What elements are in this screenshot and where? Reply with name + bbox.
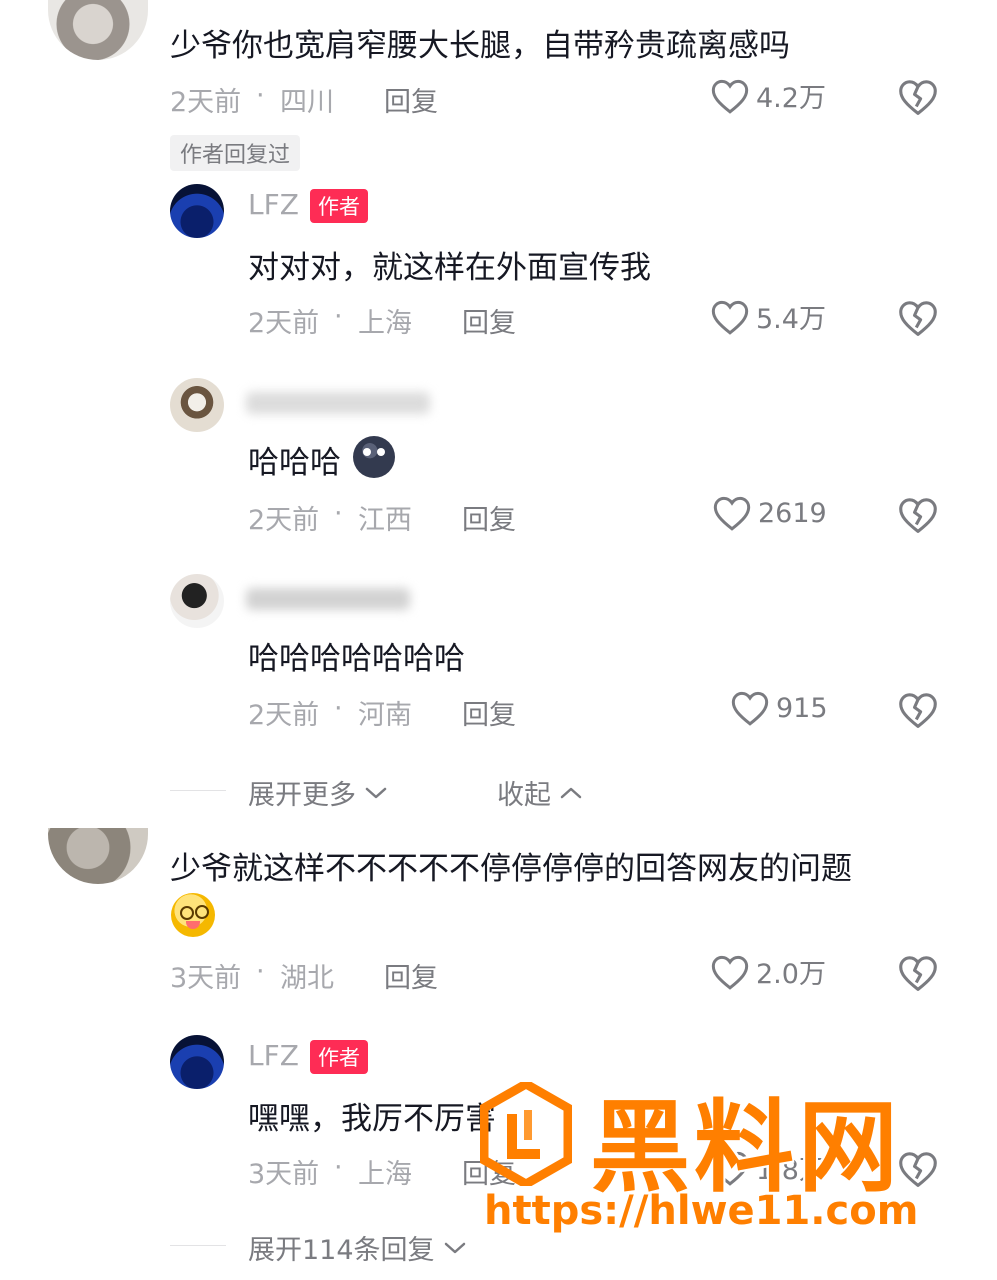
comment-location: 上海 <box>358 1159 412 1190</box>
broken-heart-icon[interactable] <box>897 691 939 729</box>
like-count: 915 <box>776 692 828 724</box>
comment-date: 2天前 <box>248 505 320 536</box>
comment-date: 2天前 <box>248 308 320 339</box>
expand-replies-label: 展开114条回复 <box>248 1235 435 1266</box>
reply-button[interactable]: 回复 <box>384 956 438 995</box>
collapse-label: 收起 <box>497 780 551 811</box>
avatar[interactable] <box>170 574 224 628</box>
heart-icon <box>713 496 751 531</box>
comment-text: 嘿嘿，我厉不厉害 <box>248 1101 496 1137</box>
thread-divider <box>170 790 226 791</box>
avatar[interactable] <box>170 184 224 238</box>
heart-icon <box>711 79 749 114</box>
reply-button[interactable]: 回复 <box>462 498 516 537</box>
reply-button[interactable]: 回复 <box>462 693 516 732</box>
avatar[interactable] <box>170 1035 224 1089</box>
comment-date: 3天前 <box>248 1159 320 1190</box>
author-badge: 作者 <box>310 189 368 223</box>
like-button[interactable]: 5.4万 <box>710 297 826 336</box>
comment-date: 2天前 <box>248 700 320 731</box>
like-count: 2.0万 <box>756 959 826 990</box>
avatar[interactable] <box>48 828 148 884</box>
heart-icon <box>711 300 749 335</box>
watermark-url: https://hlwe11.com <box>484 1188 919 1234</box>
expand-more-button[interactable]: 展开更多 <box>248 773 390 812</box>
comment-date: 2天前 <box>170 87 242 118</box>
author-name[interactable]: LFZ <box>248 188 299 221</box>
expand-more-label: 展开更多 <box>248 780 356 811</box>
avatar[interactable] <box>170 378 224 432</box>
broken-heart-icon[interactable] <box>897 954 939 992</box>
chevron-down-icon <box>444 1242 465 1253</box>
broken-heart-icon[interactable] <box>897 1150 939 1188</box>
username-blurred[interactable] <box>246 588 410 610</box>
comment-text: 对对对，就这样在外面宣传我 <box>248 250 651 286</box>
comment-location: 河南 <box>358 700 412 731</box>
author-name[interactable]: LFZ <box>248 1039 299 1072</box>
comment-date: 3天前 <box>170 963 242 994</box>
comment-text: 哈哈哈 <box>248 445 341 481</box>
like-button[interactable]: 2619 <box>712 494 827 532</box>
like-button[interactable]: 4.2万 <box>710 76 826 115</box>
broken-heart-icon[interactable] <box>897 496 939 534</box>
avatar[interactable] <box>48 0 148 60</box>
broken-heart-icon[interactable] <box>897 299 939 337</box>
like-count: 5.4万 <box>756 304 826 335</box>
like-button[interactable]: 915 <box>730 689 828 727</box>
thread-divider <box>170 1245 226 1246</box>
author-badge: 作者 <box>310 1040 368 1074</box>
comment-text: 少爷就这样不不不不不停停停停的回答网友的问题 <box>170 851 852 887</box>
heart-icon <box>711 955 749 990</box>
emoji-icon <box>171 893 215 937</box>
username-blurred[interactable] <box>246 392 430 414</box>
author-replied-tag: 作者回复过 <box>170 135 301 171</box>
like-count: 2619 <box>758 497 827 529</box>
meta-separator: · <box>334 301 343 332</box>
reply-button[interactable]: 回复 <box>384 80 438 119</box>
comment-location: 上海 <box>358 308 412 339</box>
broken-heart-icon[interactable] <box>897 78 939 116</box>
heart-icon <box>731 691 769 726</box>
meta-separator: · <box>256 956 265 987</box>
comment-location: 四川 <box>280 87 334 118</box>
meta-separator: · <box>256 80 265 111</box>
like-count: 4.2万 <box>756 83 826 114</box>
like-button[interactable]: 2.0万 <box>710 952 826 991</box>
comment-location: 江西 <box>358 505 412 536</box>
meta-separator: · <box>334 1152 343 1183</box>
reply-button[interactable]: 回复 <box>462 301 516 340</box>
emoji-icon <box>353 436 395 478</box>
expand-replies-button[interactable]: 展开114条回复 <box>248 1228 469 1267</box>
meta-separator: · <box>334 498 343 529</box>
chevron-down-icon <box>365 787 387 798</box>
comment-text: 哈哈哈哈哈哈哈 <box>248 641 465 677</box>
comment-text: 少爷你也宽肩窄腰大长腿，自带矜贵疏离感吗 <box>170 28 790 64</box>
chevron-up-icon <box>560 787 582 798</box>
collapse-button[interactable]: 收起 <box>497 773 585 812</box>
watermark-logo-icon <box>480 1082 572 1186</box>
comment-location: 湖北 <box>280 963 334 994</box>
meta-separator: · <box>334 693 343 724</box>
